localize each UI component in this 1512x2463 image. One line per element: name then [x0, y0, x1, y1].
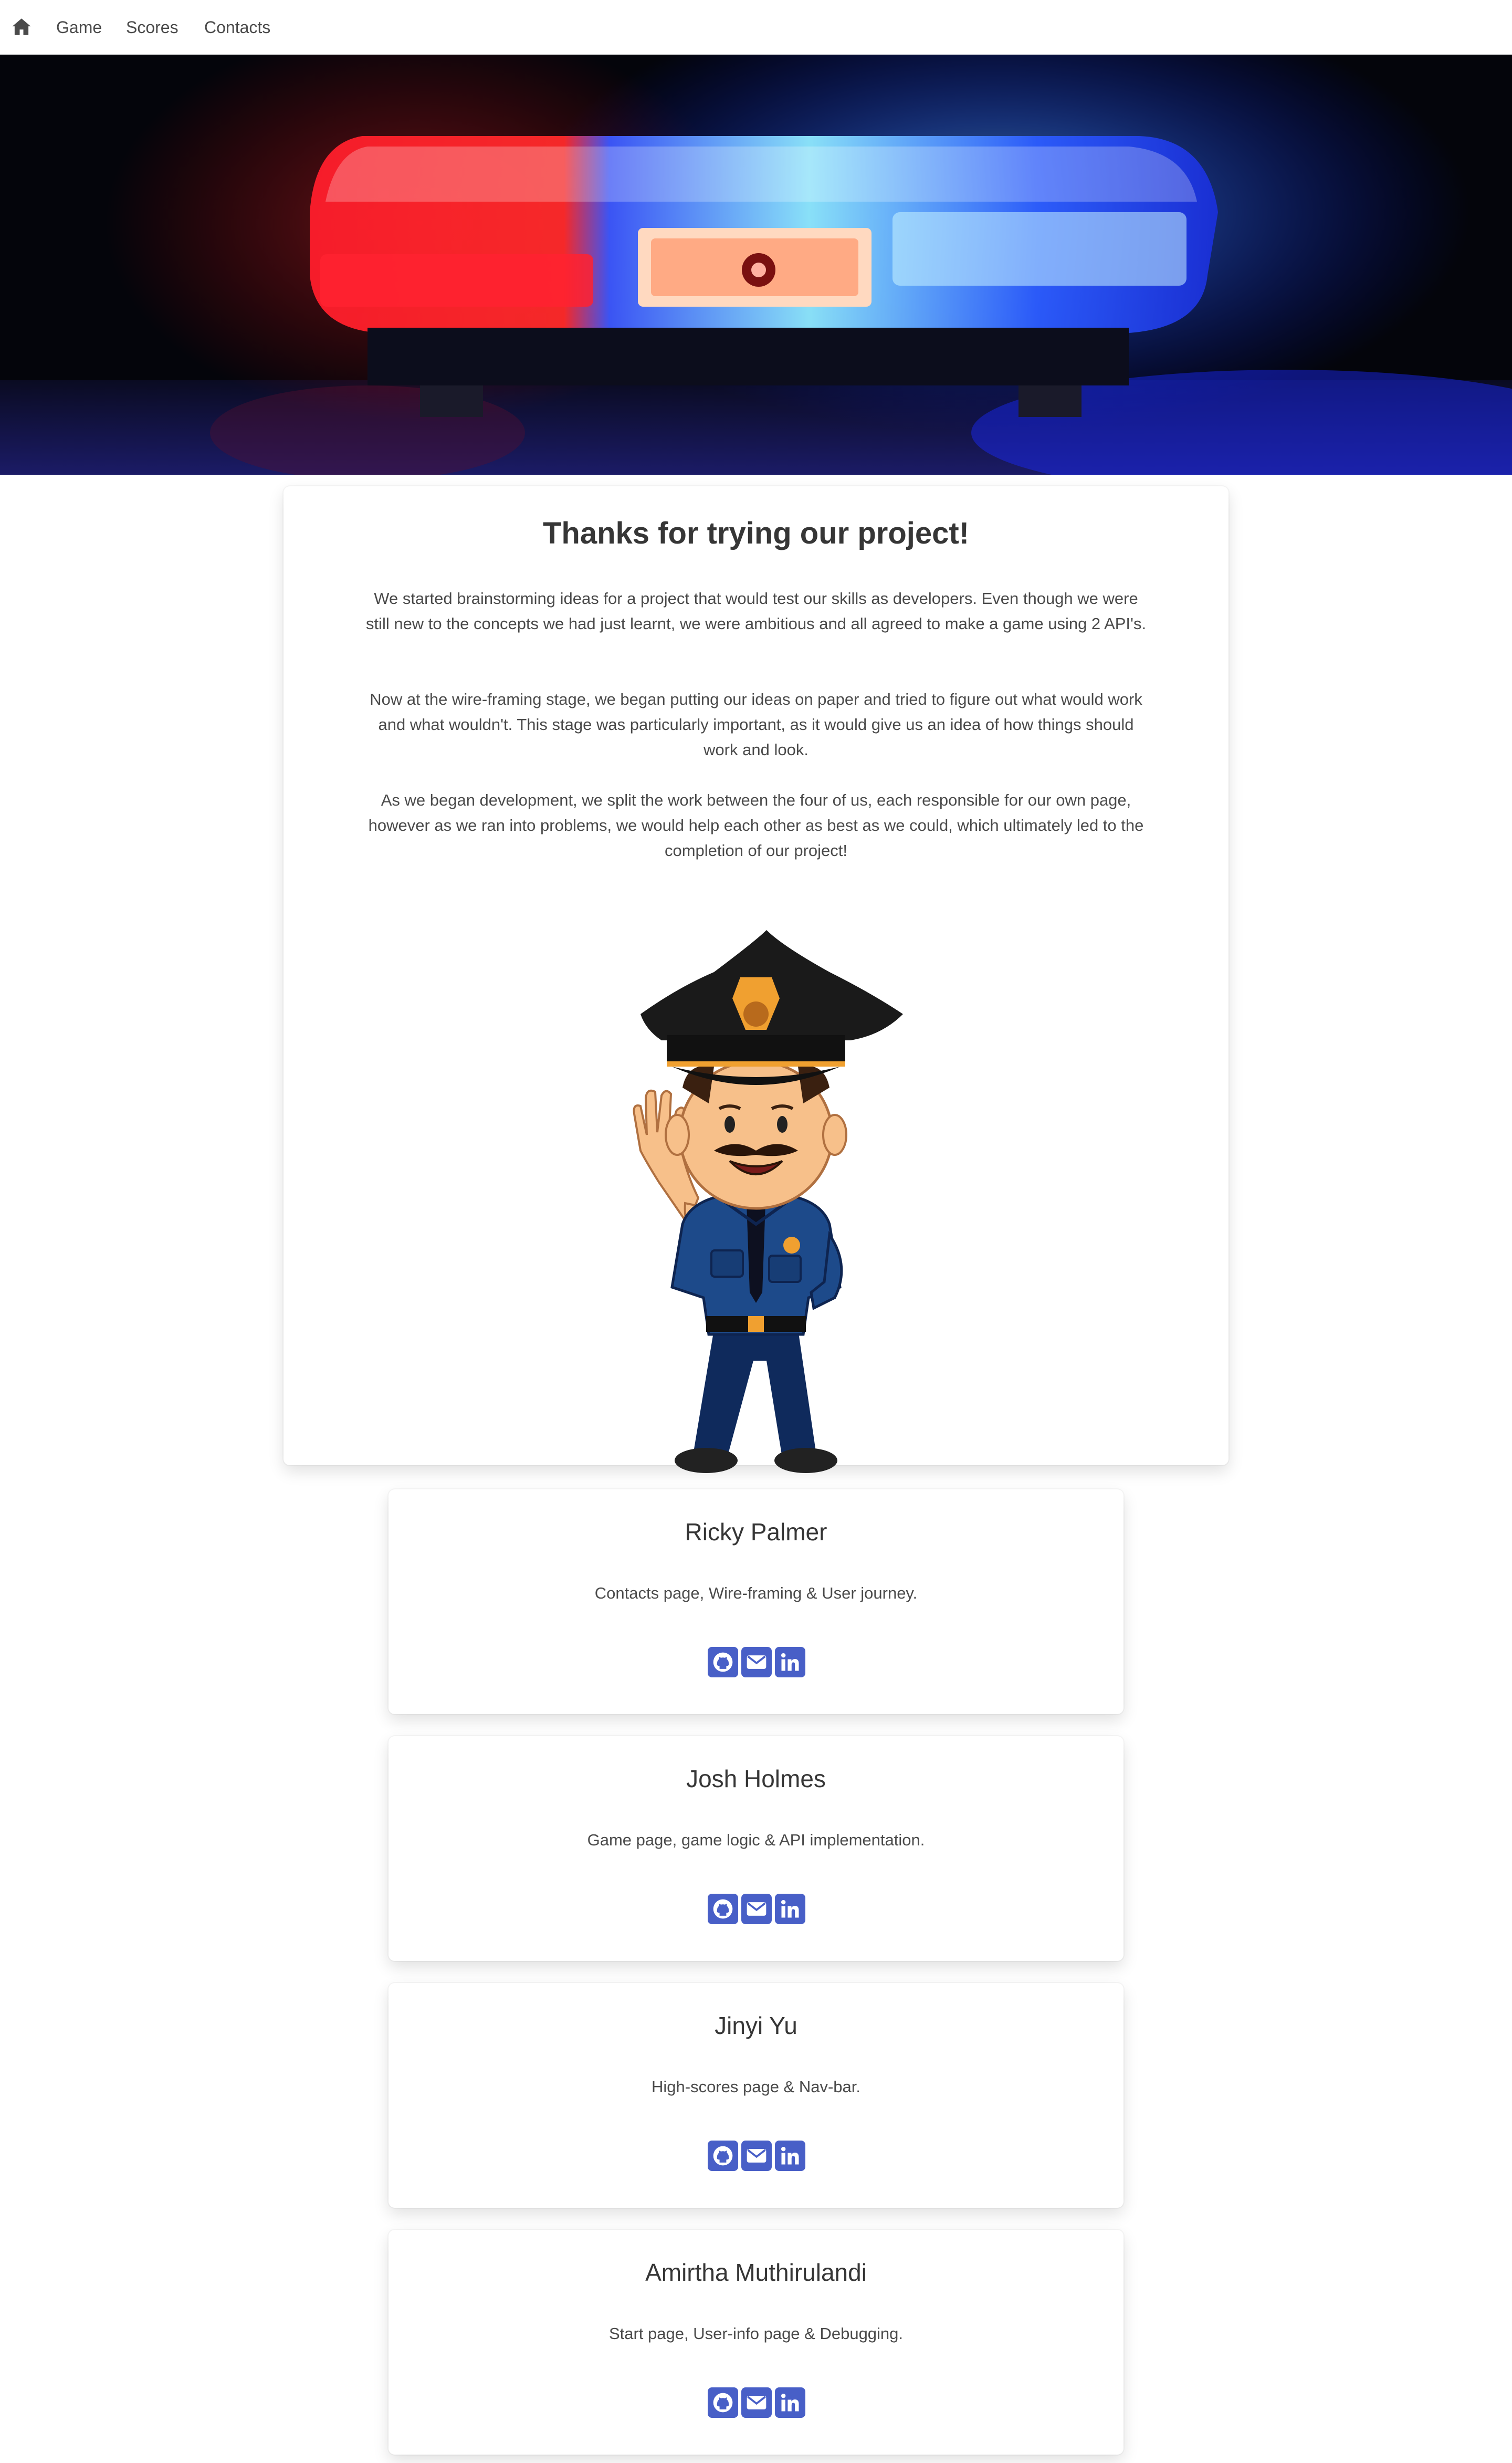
- about-title: Thanks for trying our project!: [542, 516, 970, 550]
- team-card: Ricky Palmer Contacts page, Wire-framing…: [388, 1489, 1124, 1714]
- github-icon: [713, 2146, 733, 2166]
- email-link[interactable]: [741, 1894, 772, 1924]
- nav-link-game[interactable]: Game: [56, 17, 102, 38]
- social-links: [708, 2387, 805, 2419]
- linkedin-link[interactable]: [775, 1894, 805, 1924]
- linkedin-icon: [781, 2146, 799, 2165]
- navbar: Game Scores Contacts: [0, 0, 1512, 55]
- nav-link-contacts[interactable]: Contacts: [204, 17, 270, 38]
- member-role: Start page, User-info page & Debugging.: [608, 2324, 904, 2343]
- email-icon: [747, 2396, 766, 2409]
- linkedin-icon: [781, 1653, 799, 1671]
- hero-image: [0, 55, 1512, 475]
- about-paragraph-2: Now at the wire-framing stage, we began …: [370, 690, 1142, 759]
- email-icon: [747, 1655, 766, 1669]
- email-link[interactable]: [741, 2387, 772, 2418]
- about-box: Thanks for trying our project! We starte…: [284, 486, 1228, 1473]
- email-link[interactable]: [741, 2141, 772, 2171]
- home-link[interactable]: [10, 16, 33, 38]
- social-links: [708, 1647, 805, 1678]
- about-paragraph-3: As we began development, we split the wo…: [368, 791, 1144, 860]
- team-card: Jinyi Yu High-scores page & Nav-bar.: [388, 1983, 1124, 2208]
- team-card: Josh Holmes Game page, game logic & API …: [388, 1736, 1124, 1961]
- member-role: Game page, game logic & API implementati…: [587, 1831, 925, 1849]
- email-icon: [747, 1902, 766, 1916]
- linkedin-icon: [781, 2393, 799, 2412]
- about-paragraph-1: We started brainstorming ideas for a pro…: [365, 589, 1147, 633]
- member-role: High-scores page & Nav-bar.: [651, 2078, 861, 2096]
- member-name: Amirtha Muthirulandi: [645, 2259, 867, 2286]
- member-role: Contacts page, Wire-framing & User journ…: [594, 1584, 918, 1602]
- linkedin-link[interactable]: [775, 2387, 805, 2418]
- social-links: [708, 2141, 805, 2172]
- github-icon: [713, 2393, 733, 2413]
- github-link[interactable]: [708, 2387, 738, 2418]
- member-name: Josh Holmes: [686, 1765, 826, 1792]
- member-name: Ricky Palmer: [685, 1518, 827, 1546]
- member-name: Jinyi Yu: [715, 2012, 797, 2039]
- github-icon: [713, 1899, 733, 1919]
- linkedin-icon: [781, 1900, 799, 1918]
- github-link[interactable]: [708, 1894, 738, 1924]
- linkedin-link[interactable]: [775, 2141, 805, 2171]
- email-link[interactable]: [741, 1647, 772, 1677]
- linkedin-link[interactable]: [775, 1647, 805, 1677]
- github-link[interactable]: [708, 1647, 738, 1677]
- nav-link-scores[interactable]: Scores: [126, 17, 178, 38]
- police-officer-illustration: [633, 930, 903, 1473]
- team-card: Amirtha Muthirulandi Start page, User-in…: [388, 2230, 1124, 2455]
- email-icon: [747, 2149, 766, 2163]
- github-icon: [713, 1652, 733, 1672]
- github-link[interactable]: [708, 2141, 738, 2171]
- home-icon: [12, 18, 31, 35]
- social-links: [708, 1894, 805, 1925]
